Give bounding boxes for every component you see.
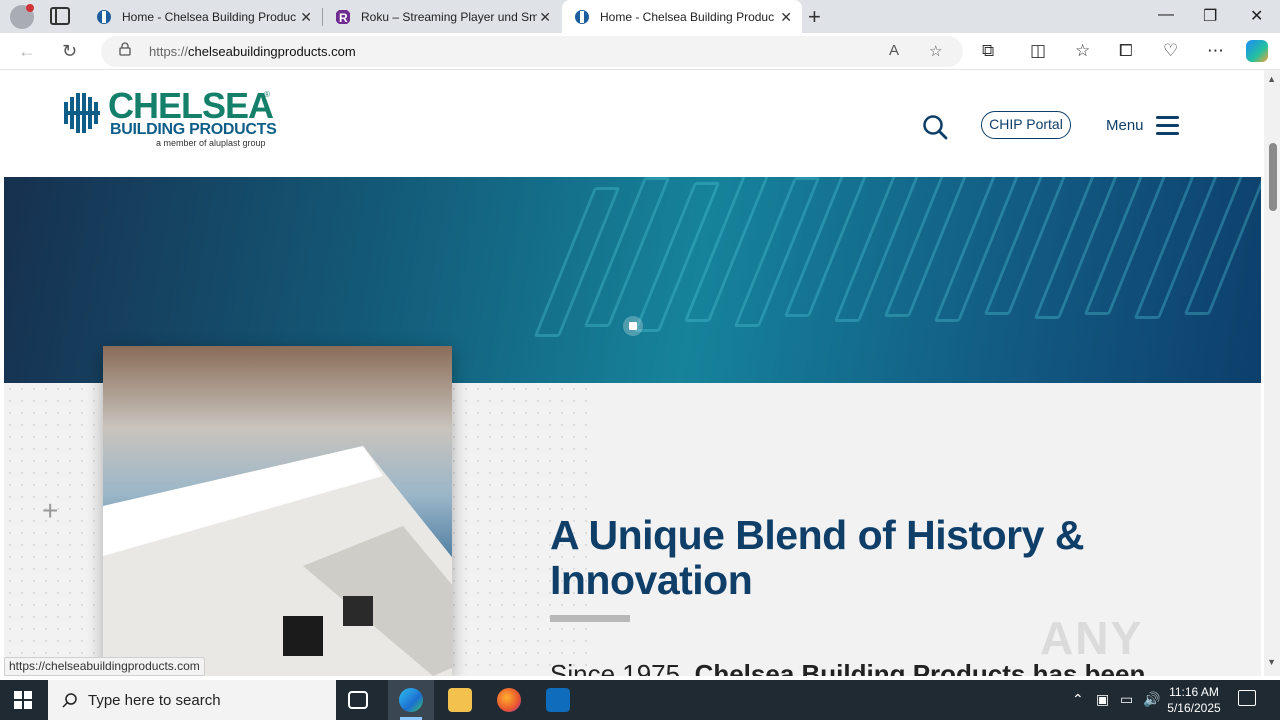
lead-plain: Since 1975, [550, 659, 695, 676]
scroll-down-arrow-icon[interactable]: ▼ [1267, 657, 1276, 667]
url-host: chelseabuildingproducts.com [188, 44, 356, 59]
svg-text:R: R [339, 11, 348, 25]
chelsea-favicon-icon [97, 9, 111, 24]
tab-chelsea-active[interactable]: Home - Chelsea Building Produc ✕ [562, 0, 802, 33]
browser-tab-bar: Home - Chelsea Building Produc ✕ R Roku … [0, 0, 1280, 33]
page-viewport: CHELSEA ® BUILDING PRODUCTS a member of … [0, 70, 1280, 676]
taskbar-search-box[interactable]: Type here to search [48, 680, 336, 720]
logo-tagline: a member of aluplast group [156, 138, 266, 148]
edge-icon[interactable] [399, 688, 423, 712]
minimize-button[interactable]: — [1158, 6, 1174, 24]
favorites-icon[interactable]: ☆ [1075, 41, 1090, 61]
lock-icon[interactable] [119, 42, 131, 56]
address-bar[interactable]: https://chelseabuildingproducts.com A ☆ [101, 36, 963, 67]
tab-close-icon[interactable]: ✕ [539, 9, 551, 26]
browser-essentials-icon[interactable]: ♡ [1163, 41, 1178, 61]
clock-time: 11:16 AM [1169, 685, 1219, 699]
site-header: CHELSEA ® BUILDING PRODUCTS a member of … [4, 70, 1261, 177]
intro-headline: A Unique Blend of History & Innovation [550, 512, 1084, 603]
chelsea-favicon-icon [575, 9, 589, 24]
carousel-dot[interactable] [623, 316, 643, 336]
search-icon [62, 693, 77, 708]
tab-title: Home - Chelsea Building Produc [122, 9, 297, 24]
clock-date: 5/16/2025 [1167, 701, 1221, 715]
taskbar-search-placeholder: Type here to search [88, 692, 221, 709]
meet-now-icon[interactable]: ▣ [1096, 691, 1109, 708]
task-view-icon[interactable] [348, 691, 368, 709]
tab-title: Home - Chelsea Building Produc [600, 9, 775, 24]
logo-registered-mark: ® [264, 90, 270, 99]
logo-name[interactable]: CHELSEA [108, 88, 274, 124]
roku-favicon-icon: R [336, 9, 350, 25]
read-aloud-icon[interactable]: A [889, 42, 899, 59]
scrollbar-thumb[interactable] [1269, 143, 1277, 211]
tab-actions-icon[interactable] [50, 7, 70, 25]
url-text[interactable]: https://chelseabuildingproducts.com [149, 44, 356, 59]
search-icon[interactable] [922, 114, 948, 140]
vinyl-profile-image [103, 446, 452, 676]
back-arrow-icon[interactable]: ← [18, 41, 36, 62]
split-screen-icon[interactable]: ◫ [1030, 41, 1046, 61]
volume-icon[interactable]: 🔊 [1143, 691, 1160, 708]
intro-section: + A Unique Blend of History & Innovation… [4, 346, 1261, 676]
tab-title: Roku – Streaming Player und Sm [361, 9, 537, 24]
tab-close-icon[interactable]: ✕ [300, 9, 312, 26]
show-hidden-icons-icon[interactable]: ⌃ [1072, 691, 1084, 708]
firefox-icon[interactable] [497, 688, 521, 712]
browser-toolbar: ← ↻ https://chelseabuildingproducts.com … [0, 33, 1280, 70]
scroll-up-arrow-icon[interactable]: ▲ [1267, 74, 1276, 84]
headline-divider [550, 615, 630, 622]
status-url-tooltip: https://chelseabuildingproducts.com [4, 657, 205, 676]
restore-button[interactable]: ❐ [1203, 6, 1217, 26]
network-icon[interactable]: ▭ [1120, 691, 1133, 708]
favorite-star-icon[interactable]: ☆ [929, 42, 942, 60]
menu-label[interactable]: Menu [1106, 117, 1144, 134]
outlook-icon[interactable] [546, 688, 570, 712]
tab-close-icon[interactable]: ✕ [780, 9, 792, 26]
anyrun-watermark: ANY RUN [1040, 612, 1144, 676]
file-explorer-icon[interactable] [448, 688, 472, 712]
logo-subtitle[interactable]: BUILDING PRODUCTS [110, 122, 277, 138]
taskbar-clock[interactable]: 11:16 AM 5/16/2025 [1162, 684, 1226, 716]
windows-taskbar: Type here to search ⌃ ▣ ▭ 🔊 11:16 AM 5/1… [0, 680, 1280, 720]
hamburger-menu-icon[interactable] [1156, 116, 1179, 135]
profile-avatar-icon[interactable] [10, 4, 34, 29]
tab-roku[interactable]: R Roku – Streaming Player und Sm ✕ [323, 0, 561, 33]
extensions-icon[interactable]: ⧉ [982, 41, 994, 61]
windows-start-icon[interactable] [14, 691, 32, 709]
chip-portal-button[interactable]: CHIP Portal [981, 111, 1071, 139]
plus-decoration-icon: + [42, 495, 59, 526]
chelsea-logo-mark-icon[interactable] [64, 92, 104, 134]
url-scheme: https:// [149, 44, 189, 59]
notifications-icon[interactable] [1238, 690, 1256, 706]
close-window-button[interactable]: ✕ [1250, 6, 1263, 26]
copilot-icon[interactable] [1246, 40, 1268, 62]
refresh-icon[interactable]: ↻ [62, 41, 77, 62]
tab-chelsea-1[interactable]: Home - Chelsea Building Produc ✕ [84, 0, 322, 33]
collections-icon[interactable]: ⧠ [1119, 41, 1133, 61]
new-tab-button[interactable]: + [808, 4, 821, 30]
product-photo [103, 346, 452, 676]
more-options-icon[interactable]: ⋯ [1207, 41, 1224, 61]
